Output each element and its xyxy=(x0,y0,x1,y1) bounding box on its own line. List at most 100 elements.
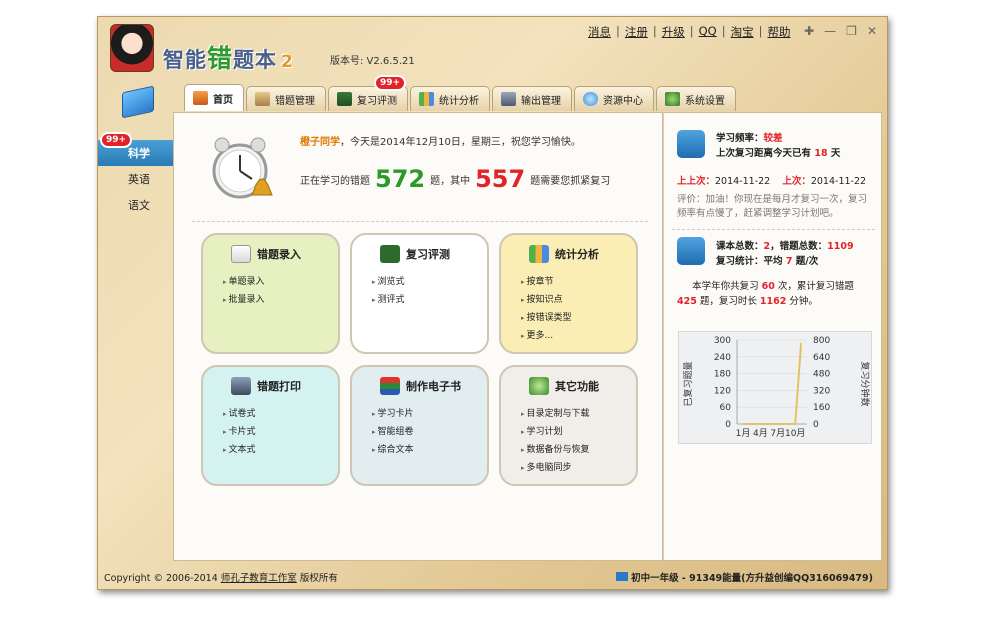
divider xyxy=(192,221,648,222)
link-backup-restore[interactable]: 数据备份与恢复 xyxy=(521,441,636,459)
home-panel: 橙子同学，今天是2014年12月10日，星期三，祝您学习愉快。 正在学习的错题 … xyxy=(173,112,663,561)
y-tick-label: 300 xyxy=(714,336,731,346)
logo-version-num: 2 xyxy=(281,52,294,72)
tab-statistics[interactable]: 统计分析 xyxy=(410,86,490,111)
link-smart-paper[interactable]: 智能组卷 xyxy=(372,423,487,441)
minimize-icon[interactable]: — xyxy=(824,24,836,38)
link-more[interactable]: 更多... xyxy=(521,327,636,345)
tab-resources[interactable]: 资源中心 xyxy=(574,86,654,111)
link-browse-mode[interactable]: 浏览式 xyxy=(372,273,487,291)
maximize-icon[interactable]: ❐ xyxy=(846,24,857,38)
review-chart-svg: 已复习题量 复习分钟数 300 800 240 640 180 480 120 320 60 160 0… xyxy=(682,336,871,439)
link-single-entry[interactable]: 单题录入 xyxy=(223,273,338,291)
review-badge: 99+ xyxy=(374,75,407,91)
divider xyxy=(672,229,875,230)
link-messages[interactable]: 消息 xyxy=(588,24,611,40)
link-taobao[interactable]: 淘宝 xyxy=(731,24,754,40)
home-icon xyxy=(193,91,208,105)
status-bar: Copyright © 2006-2014 师孔子教育工作室 版权所有 初中一年… xyxy=(98,563,887,589)
link-card-style[interactable]: 卡片式 xyxy=(223,423,338,441)
tab-settings[interactable]: 系统设置 xyxy=(656,86,736,111)
skin-icon[interactable]: ✚ xyxy=(804,24,814,38)
card-ebook[interactable]: 制作电子书 学习卡片 智能组卷 综合文本 xyxy=(350,365,489,486)
stats-panel: 学习频率：较差 上次复习距离今天已有 18 天 上上次：2014-11-22 上… xyxy=(663,112,882,561)
card-statistics[interactable]: 统计分析 按章节 按知识点 按错误类型 更多... xyxy=(499,233,638,354)
book-icon xyxy=(616,572,629,581)
y2-tick-label: 160 xyxy=(813,403,830,413)
logo-text-main: 智能 xyxy=(163,48,207,72)
year-summary: 本学年你共复习 60 次，累计复习错题 425 题，复习时长 1162 分钟。 xyxy=(677,281,854,307)
link-by-chapter[interactable]: 按章节 xyxy=(521,273,636,291)
frequency-icon xyxy=(677,130,705,158)
card-error-entry[interactable]: 错题录入 单题录入 批量录入 xyxy=(201,233,340,354)
gears-icon xyxy=(677,237,705,265)
review-dates-row: 上上次：2014-11-22 上次：2014-11-22 xyxy=(677,176,867,187)
greeting-text: 橙子同学，今天是2014年12月10日，星期三，祝您学习愉快。 xyxy=(300,137,581,148)
y2-tick-label: 320 xyxy=(813,386,830,396)
version-label: 版本号: V2.6.5.21 xyxy=(330,56,415,67)
user-level-status: 初中一年级 - 91349能量(方升益创编QQ316069479) xyxy=(616,570,873,584)
link-qq[interactable]: QQ xyxy=(699,24,717,40)
y-tick-label: 0 xyxy=(725,420,731,430)
pending-errors: 557 xyxy=(475,165,526,193)
link-register[interactable]: 注册 xyxy=(625,24,648,40)
series-line-2 xyxy=(743,342,802,425)
top-links: 消息 | 注册 | 升级 | QQ | 淘宝 | 帮助 xyxy=(588,24,791,40)
x-tick-label: 10月 xyxy=(785,428,805,439)
y-tick-label: 60 xyxy=(720,403,732,413)
card-print[interactable]: 错题打印 试卷式 卡片式 文本式 xyxy=(201,365,340,486)
last-review-row: 上次复习距离今天已有 18 天 xyxy=(716,148,841,159)
studio-link[interactable]: 师孔子教育工作室 xyxy=(221,573,297,584)
main-tabs: 首页 错题管理 99+ 复习评测 统计分析 输出管理 资源中心 系统设置 xyxy=(184,75,736,111)
link-study-cards[interactable]: 学习卡片 xyxy=(372,405,487,423)
link-help[interactable]: 帮助 xyxy=(767,24,790,40)
y-tick-label: 120 xyxy=(714,386,731,396)
app-logo: 智能错题本 2 xyxy=(163,39,294,75)
card-review[interactable]: 复习评测 浏览式 测评式 xyxy=(350,233,489,354)
close-icon[interactable]: ✕ xyxy=(867,24,877,38)
y2-tick-label: 800 xyxy=(813,336,830,346)
card-other[interactable]: 其它功能 目录定制与下载 学习计划 数据备份与恢复 多电脑同步 xyxy=(499,365,638,486)
tab-review[interactable]: 99+ 复习评测 xyxy=(328,75,408,111)
link-text-style[interactable]: 文本式 xyxy=(223,441,338,459)
y2-tick-label: 640 xyxy=(813,353,830,363)
y-axis-label: 已复习题量 xyxy=(682,361,694,406)
bar-chart-icon xyxy=(419,92,434,106)
subject-badge: 99+ xyxy=(100,132,133,148)
clipboard-icon xyxy=(255,92,270,106)
x-tick-label: 4月 xyxy=(753,428,768,439)
y-tick-label: 180 xyxy=(714,370,731,380)
link-paper-style[interactable]: 试卷式 xyxy=(223,405,338,423)
link-test-mode[interactable]: 测评式 xyxy=(372,291,487,309)
link-by-error-type[interactable]: 按错误类型 xyxy=(521,309,636,327)
tab-home[interactable]: 首页 xyxy=(184,84,244,111)
y2-tick-label: 0 xyxy=(813,420,819,430)
printer-icon xyxy=(501,92,516,106)
copyright: Copyright © 2006-2014 师孔子教育工作室 版权所有 xyxy=(104,573,338,584)
subject-english[interactable]: 英语 xyxy=(98,166,184,192)
avg-row: 复习统计：平均 7 题/次 xyxy=(716,256,819,267)
subject-sidebar: 99+ 科学 英语 语文 xyxy=(98,132,194,218)
alarm-clock-icon xyxy=(212,137,273,199)
review-comment: 评价：加油！你现在是每月才复习一次，复习频率有点慢了，赶紧调整学习计划吧。 xyxy=(677,194,868,219)
window-controls: ✚ — ❐ ✕ xyxy=(804,24,877,38)
link-by-knowledge[interactable]: 按知识点 xyxy=(521,291,636,309)
subject-chinese[interactable]: 语文 xyxy=(98,192,184,218)
tab-error-manage[interactable]: 错题管理 xyxy=(246,86,326,111)
tab-output[interactable]: 输出管理 xyxy=(492,86,572,111)
link-upgrade[interactable]: 升级 xyxy=(662,24,685,40)
link-mixed-text[interactable]: 综合文本 xyxy=(372,441,487,459)
link-catalog-download[interactable]: 目录定制与下载 xyxy=(521,405,636,423)
bar-chart-icon xyxy=(529,245,549,263)
link-batch-entry[interactable]: 批量录入 xyxy=(223,291,338,309)
link-multi-pc-sync[interactable]: 多电脑同步 xyxy=(521,459,636,477)
total-errors: 572 xyxy=(375,165,426,193)
abc-board-icon xyxy=(380,245,400,263)
user-avatar[interactable] xyxy=(110,24,154,72)
logo-text-tail: 题本 xyxy=(233,48,278,72)
error-count-summary: 正在学习的错题 572 题，其中 557 题需要您抓紧复习 xyxy=(300,165,611,193)
y-tick-label: 240 xyxy=(714,353,731,363)
books-icon xyxy=(122,85,154,119)
link-study-plan[interactable]: 学习计划 xyxy=(521,423,636,441)
x-tick-label: 7月 xyxy=(770,428,785,439)
